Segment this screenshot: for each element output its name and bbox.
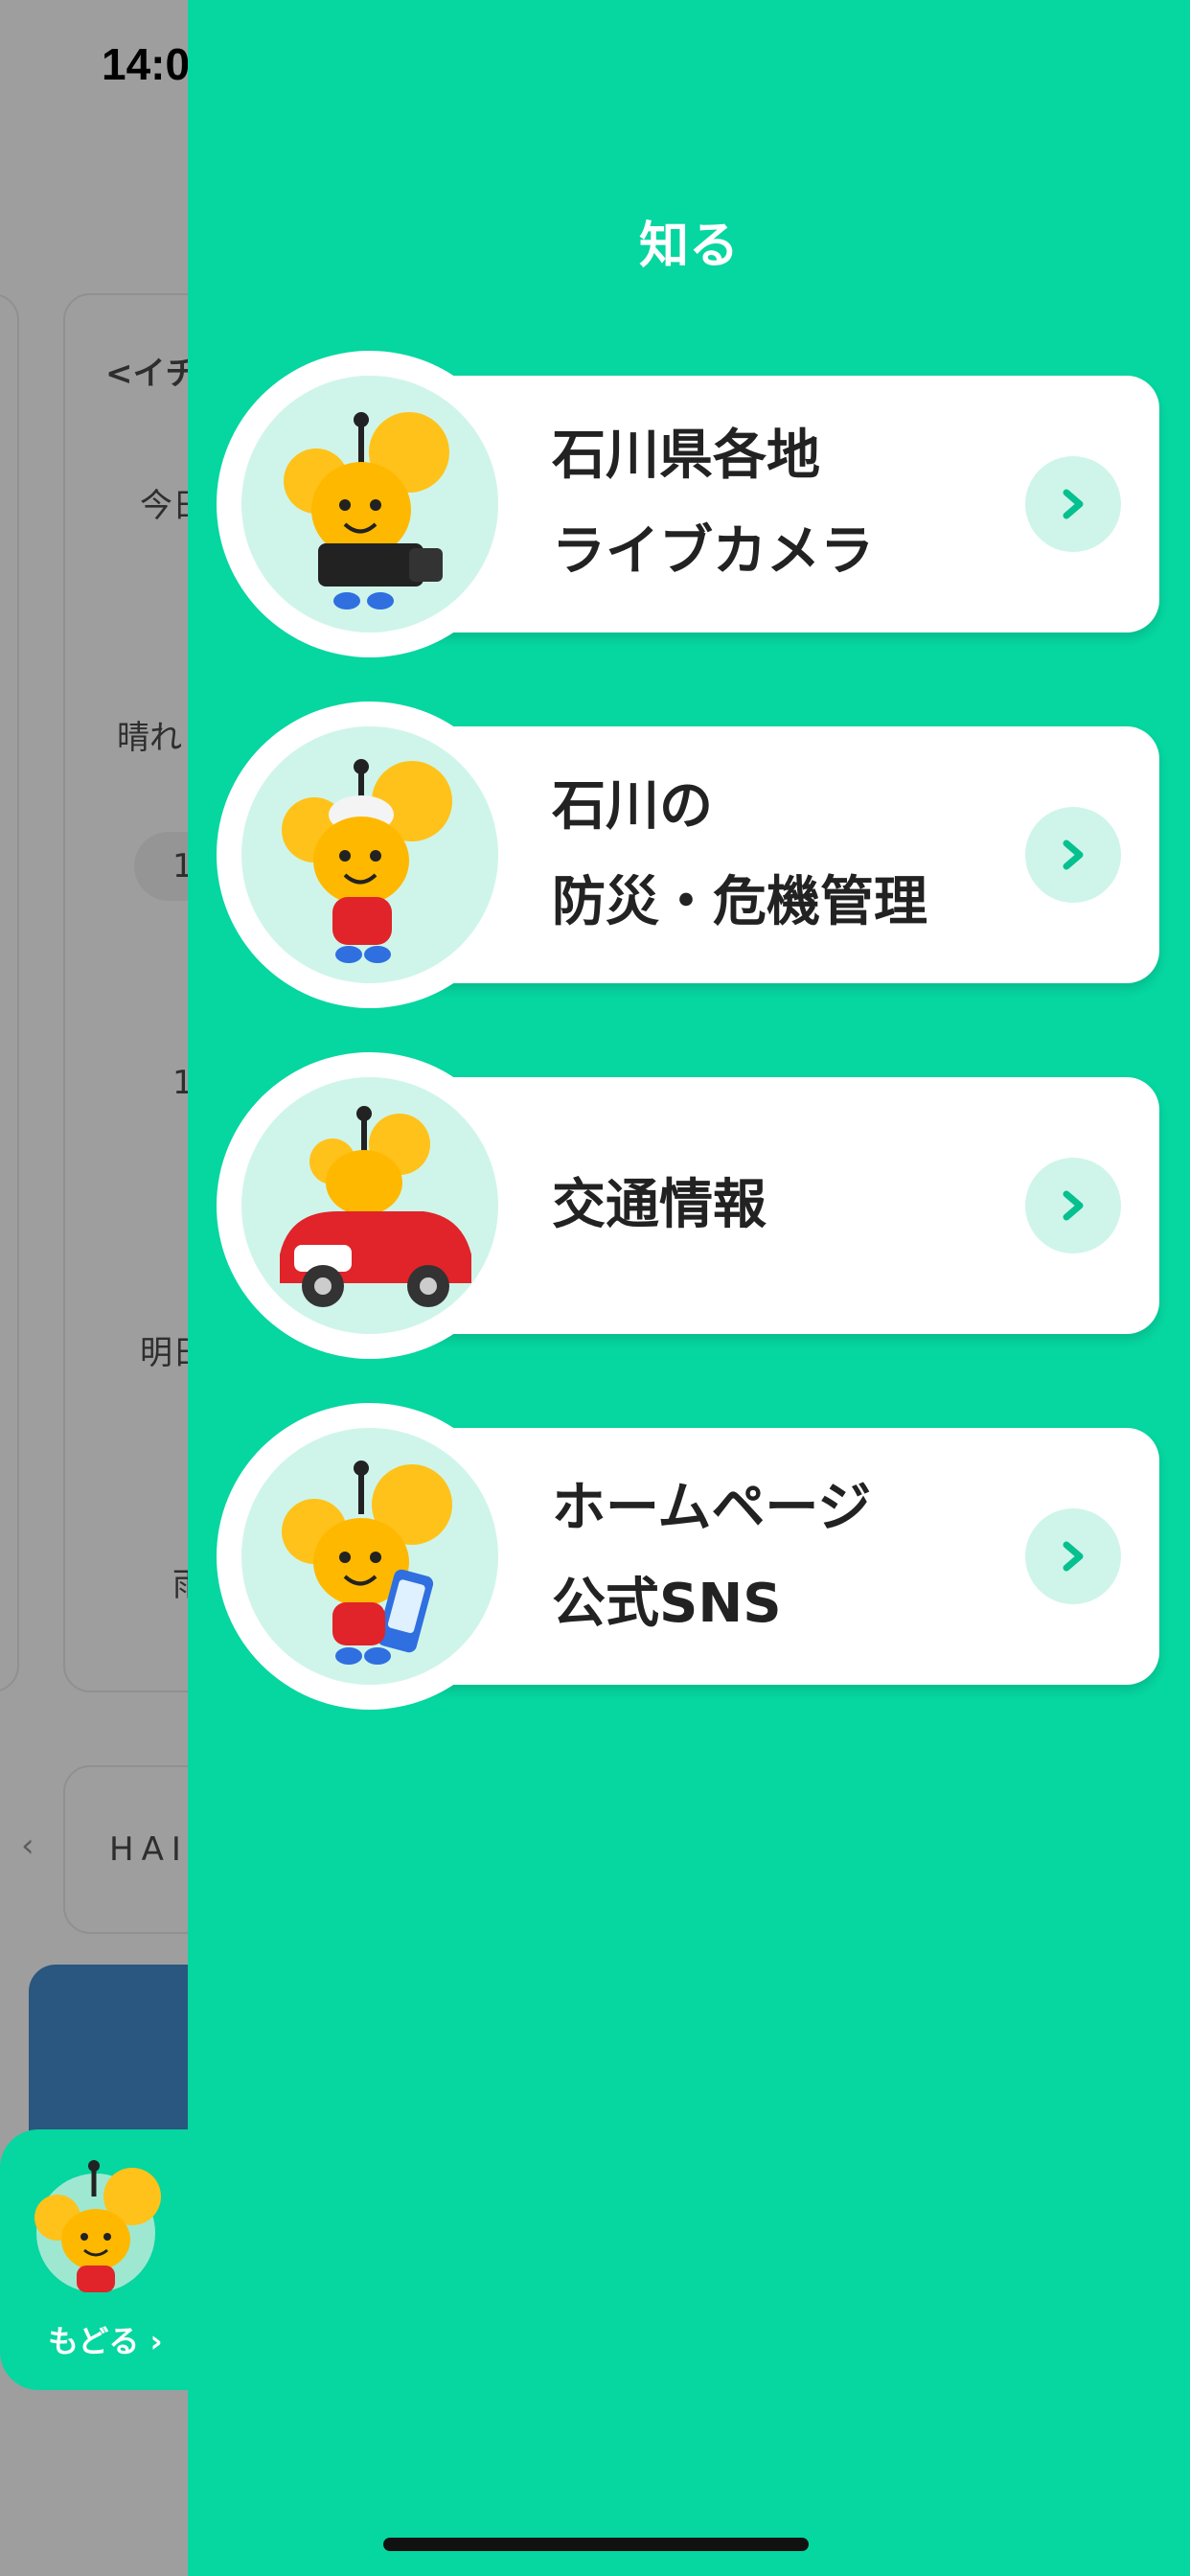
menu-label-line-1: ホームページ [552, 1477, 872, 1539]
menu-label-line-1: 交通情報 [552, 1174, 767, 1236]
chevron-right-icon[interactable] [1025, 456, 1121, 552]
side-drawer: 知る 石川県各地 ライブカメラ 石川の 防災・危機管理 交通情報 ホームページ … [188, 0, 1190, 2576]
mascot-car-icon [241, 1077, 498, 1334]
chevron-right-icon[interactable] [1025, 1158, 1121, 1254]
mascot-phone-icon [241, 1428, 498, 1685]
menu-label: ホームページ 公式SNS [552, 1460, 871, 1652]
menu-item-live-camera[interactable]: 石川県各地 ライブカメラ [217, 351, 1159, 657]
chevron-right-icon[interactable] [1025, 807, 1121, 903]
mascot-frame [217, 1403, 523, 1710]
menu-label-line-2: ライブカメラ [552, 520, 874, 583]
mascot-back-icon [34, 2160, 161, 2292]
menu-label-line-1: 石川の [552, 775, 713, 838]
mascot-frame [217, 702, 523, 1008]
back-label: もどる › [48, 2323, 163, 2359]
mascot-camera-icon [241, 376, 498, 632]
menu-label: 石川の 防災・危機管理 [552, 759, 927, 951]
mascot-frame [217, 1052, 523, 1359]
menu-label-line-2: 公式SNS [552, 1573, 782, 1635]
chevron-right-icon[interactable] [1025, 1508, 1121, 1604]
menu-item-traffic[interactable]: 交通情報 [217, 1052, 1159, 1359]
menu-label-line-2: 防災・危機管理 [552, 871, 927, 933]
mascot-frame [217, 351, 523, 657]
menu-label: 交通情報 [552, 1158, 767, 1254]
menu-label: 石川県各地 ライブカメラ [552, 408, 874, 600]
menu-item-disaster-prevention[interactable]: 石川の 防災・危機管理 [217, 702, 1159, 1008]
menu-item-homepage-sns[interactable]: ホームページ 公式SNS [217, 1403, 1159, 1710]
menu-label-line-1: 石川県各地 [552, 425, 820, 487]
mascot-safety-icon [241, 726, 498, 983]
back-button[interactable]: もどる › [0, 2129, 188, 2390]
home-indicator[interactable] [383, 2538, 809, 2551]
drawer-title: 知る [638, 218, 739, 275]
